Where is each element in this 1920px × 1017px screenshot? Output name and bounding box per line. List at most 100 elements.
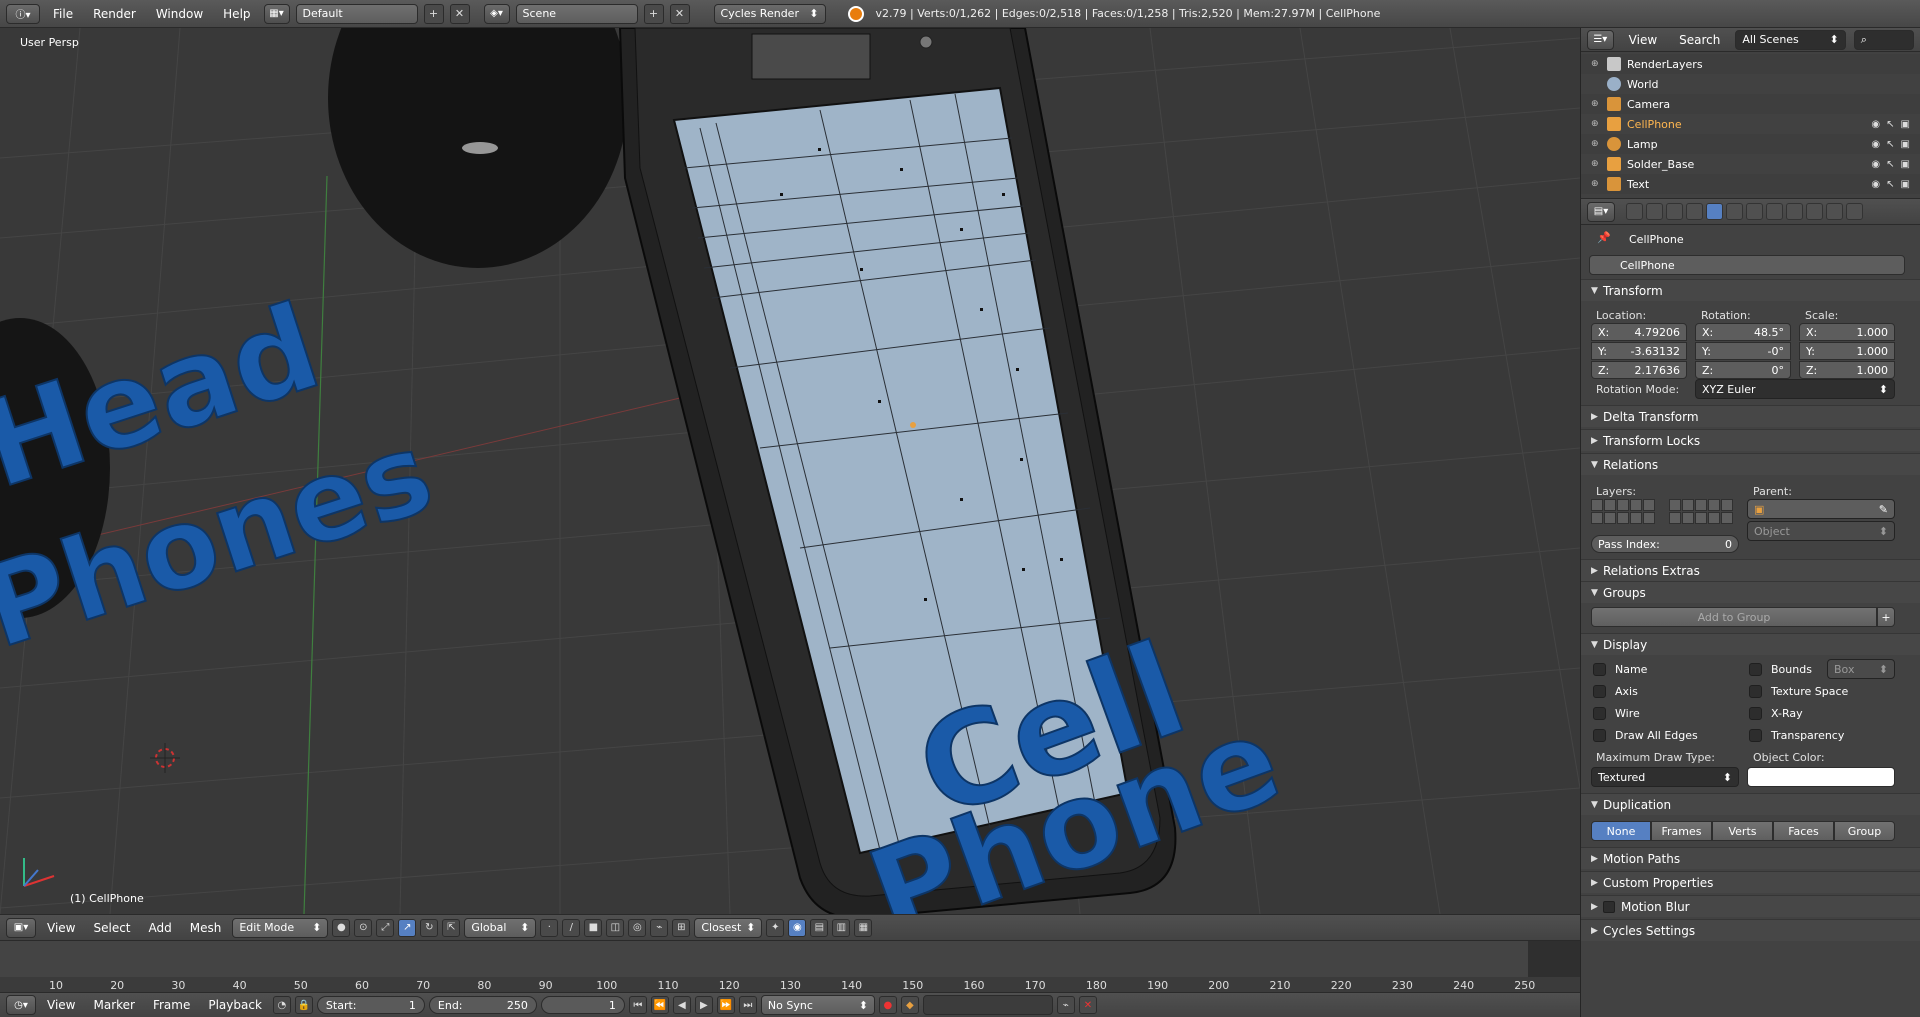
snap-project-icon[interactable]: ◉ <box>788 918 807 937</box>
draw-all-edges-checkbox[interactable] <box>1593 729 1606 742</box>
rotation-x-field[interactable]: X: 48.5° <box>1695 323 1791 341</box>
play-icon[interactable]: ▶ <box>694 996 713 1014</box>
outliner-item-camera[interactable]: ⊕ Camera <box>1581 94 1920 114</box>
jump-end-icon[interactable]: ⏭ <box>738 996 757 1014</box>
translate-manipulator-icon[interactable]: ↗ <box>398 918 417 937</box>
render-engine-select[interactable]: Cycles Render ⬍ <box>713 3 826 24</box>
scale-manipulator-icon[interactable]: ⇱ <box>442 918 461 937</box>
show-axis-checkbox[interactable] <box>1593 685 1606 698</box>
proportional-edit-icon[interactable]: ◎ <box>628 918 647 937</box>
shading-solid-icon[interactable]: ● <box>332 918 351 937</box>
current-frame-field[interactable]: 1 <box>540 996 625 1014</box>
display-mode-select[interactable]: All Scenes ⬍ <box>1735 29 1846 50</box>
outliner-item-world[interactable]: World <box>1581 74 1920 94</box>
scale-x-field[interactable]: X: 1.000 <box>1799 323 1895 341</box>
pivot-icon[interactable]: ⊙ <box>354 918 373 937</box>
expand-icon[interactable]: ⊕ <box>1591 99 1599 109</box>
orientation-select[interactable]: Global ⬍ <box>464 917 537 938</box>
manipulator-icon[interactable]: ⤢ <box>376 918 395 937</box>
material-tab-icon[interactable] <box>1786 203 1803 220</box>
parent-field[interactable]: ▣ ✎ <box>1747 499 1895 519</box>
outliner-item-renderlayers[interactable]: ⊕ RenderLayers <box>1581 54 1920 74</box>
motion-blur-checkbox[interactable] <box>1603 900 1615 913</box>
panel-motion-blur[interactable]: ▶ Motion Blur <box>1581 895 1920 917</box>
visibility-toggles[interactable]: ◉ ↖ ▣ <box>1871 139 1910 150</box>
duplication-verts-button[interactable]: Verts <box>1712 821 1773 841</box>
jump-keyframe-back-icon[interactable]: ⏪ <box>650 996 669 1014</box>
panel-motion-paths[interactable]: ▶ Motion Paths <box>1581 847 1920 869</box>
location-z-field[interactable]: Z: 2.17636 <box>1591 361 1687 379</box>
eyedropper-icon[interactable]: ✎ <box>1879 503 1888 516</box>
duplication-group-button[interactable]: Group <box>1834 821 1895 841</box>
start-frame-field[interactable]: Start: 1 <box>316 996 425 1014</box>
rotation-mode-select[interactable]: XYZ Euler ⬍ <box>1695 379 1895 399</box>
expand-icon[interactable]: ⊕ <box>1591 59 1599 69</box>
show-wire-checkbox[interactable] <box>1593 707 1606 720</box>
transparency-checkbox[interactable] <box>1749 729 1762 742</box>
x-ray-checkbox[interactable] <box>1749 707 1762 720</box>
object-name-field[interactable]: CellPhone <box>1589 255 1905 275</box>
menu-view[interactable]: View <box>40 921 82 935</box>
cursor-icon[interactable]: ↖ <box>1886 119 1894 130</box>
menu-window[interactable]: Window <box>149 7 210 21</box>
texture-tab-icon[interactable] <box>1806 203 1823 220</box>
layers-icon[interactable]: ▦ <box>854 918 873 937</box>
camera-render-icon[interactable]: ▣ <box>1901 179 1910 190</box>
pin-icon[interactable]: 📌 <box>1597 231 1611 244</box>
vertex-select-icon[interactable]: · <box>540 918 559 937</box>
expand-icon[interactable]: ⊕ <box>1591 139 1599 149</box>
expand-icon[interactable]: ⊕ <box>1591 119 1599 129</box>
editor-type-button[interactable]: ▤▾ <box>1587 201 1615 222</box>
rotation-y-field[interactable]: Y: -0° <box>1695 342 1791 360</box>
eye-icon[interactable]: ◉ <box>1871 159 1880 170</box>
camera-render-icon[interactable]: ▣ <box>1901 119 1910 130</box>
world-tab-icon[interactable] <box>1686 203 1703 220</box>
render-tab-icon[interactable] <box>1626 203 1643 220</box>
rotate-manipulator-icon[interactable]: ↻ <box>420 918 439 937</box>
sync-mode-select[interactable]: No Sync ⬍ <box>760 995 875 1015</box>
modifiers-tab-icon[interactable] <box>1746 203 1763 220</box>
editor-type-button[interactable]: ▣▾ <box>6 917 36 938</box>
timeline-ruler[interactable]: 10 20 30 40 50 60 70 80 90 100 110 120 130 140 150 160 1… <box>0 977 1580 993</box>
panel-custom-properties[interactable]: ▶ Custom Properties <box>1581 871 1920 893</box>
delete-keyframe-icon[interactable]: ✕ <box>1078 996 1097 1014</box>
scene-name-field[interactable]: Scene <box>515 3 638 24</box>
menu-help[interactable]: Help <box>216 7 257 21</box>
duplication-frames-button[interactable]: Frames <box>1651 821 1712 841</box>
3d-viewport[interactable]: Head Phones Cell Phone User Persp (1) Ce… <box>0 28 1580 914</box>
menu-render[interactable]: Render <box>86 7 143 21</box>
camera-render-icon[interactable]: ▣ <box>1901 159 1910 170</box>
menu-mesh[interactable]: Mesh <box>183 921 229 935</box>
lock-range-icon[interactable]: 🔒 <box>294 996 313 1014</box>
render-animation-icon[interactable]: ▥ <box>832 918 851 937</box>
menu-playback[interactable]: Playback <box>201 998 269 1012</box>
record-icon[interactable]: ● <box>878 996 897 1014</box>
snap-element-icon[interactable]: ⊞ <box>672 918 691 937</box>
location-x-field[interactable]: X: 4.79206 <box>1591 323 1687 341</box>
snap-align-icon[interactable]: ✦ <box>766 918 785 937</box>
timeline[interactable]: 10 20 30 40 50 60 70 80 90 100 110 120 130 140 150 160 1… <box>0 940 1580 993</box>
parent-type-select[interactable]: Object ⬍ <box>1747 521 1895 541</box>
opengl-render-icon[interactable]: ▤ <box>810 918 829 937</box>
mode-select[interactable]: Edit Mode ⬍ <box>232 917 329 938</box>
layers-grid-right[interactable] <box>1669 499 1733 524</box>
occlude-geometry-icon[interactable]: ◫ <box>606 918 625 937</box>
jump-keyframe-forward-icon[interactable]: ⏩ <box>716 996 735 1014</box>
menu-marker[interactable]: Marker <box>86 998 141 1012</box>
panel-duplication[interactable]: ▼ Duplication <box>1581 793 1920 815</box>
play-reverse-icon[interactable]: ◀ <box>672 996 691 1014</box>
physics-tab-icon[interactable] <box>1846 203 1863 220</box>
render-layers-tab-icon[interactable] <box>1646 203 1663 220</box>
visibility-toggles[interactable]: ◉ ↖ ▣ <box>1871 119 1910 130</box>
eye-icon[interactable]: ◉ <box>1871 119 1880 130</box>
expand-icon[interactable]: ⊕ <box>1591 159 1599 169</box>
data-tab-icon[interactable] <box>1766 203 1783 220</box>
panel-display[interactable]: ▼ Display <box>1581 633 1920 655</box>
outliner-item-lamp[interactable]: ⊕ Lamp ◉ ↖ ▣ <box>1581 134 1920 154</box>
cursor-icon[interactable]: ↖ <box>1886 159 1894 170</box>
panel-relations[interactable]: ▼ Relations <box>1581 453 1920 475</box>
insert-keyframe-icon[interactable]: ⌁ <box>1056 996 1075 1014</box>
menu-frame[interactable]: Frame <box>146 998 197 1012</box>
editor-type-button[interactable]: ◷▾ <box>6 995 36 1015</box>
outliner-search-input[interactable]: ⌕ <box>1853 29 1914 50</box>
